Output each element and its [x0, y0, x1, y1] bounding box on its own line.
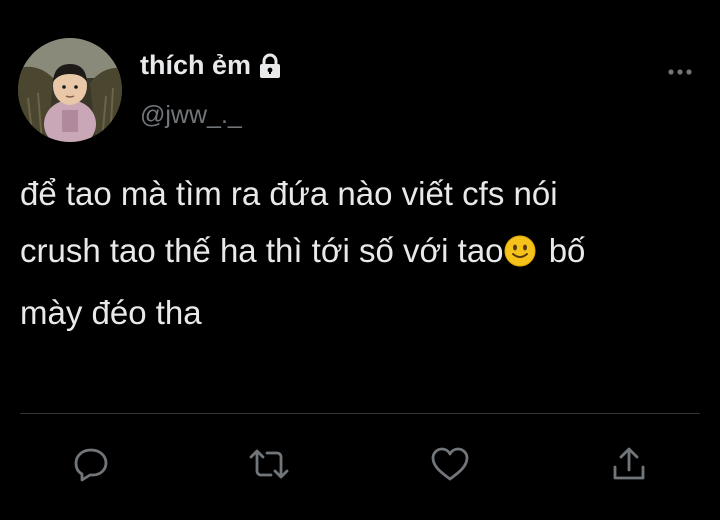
- more-options-button[interactable]: [660, 58, 700, 86]
- tweet: thích ẻm @jww_._ để tao mà tìm ra đứa nà…: [0, 0, 720, 520]
- share-icon: [613, 447, 645, 480]
- reply-icon: [74, 448, 108, 482]
- more-dots-icon: [668, 69, 692, 75]
- author-display-name-row[interactable]: thích ẻm: [140, 50, 282, 81]
- tweet-text-line-2: crush tao thế ha thì tới số với tao bố: [20, 222, 700, 284]
- author-handle[interactable]: @jww_._: [140, 101, 242, 130]
- author-display-name[interactable]: thích ẻm: [140, 50, 251, 81]
- reply-button[interactable]: [69, 444, 113, 484]
- retweet-button[interactable]: [247, 444, 291, 484]
- tweet-text-line-2-end: bố: [548, 232, 586, 269]
- like-button[interactable]: [428, 444, 472, 484]
- slightly-smiling-face-icon: [504, 227, 536, 284]
- like-icon: [431, 447, 469, 481]
- lock-icon: [258, 53, 282, 79]
- tweet-text-line-1: để tao mà tìm ra đứa nào viết cfs nói: [20, 175, 558, 212]
- retweet-icon: [249, 449, 289, 479]
- tweet-text-line-3: mày đéo tha: [20, 294, 202, 331]
- avatar[interactable]: [18, 38, 122, 142]
- tweet-text-line-2-start: crush tao thế ha thì tới số với tao: [20, 232, 504, 269]
- share-button[interactable]: [607, 444, 651, 484]
- tweet-text: để tao mà tìm ra đứa nào viết cfs nói cr…: [20, 165, 700, 341]
- divider: [20, 413, 700, 414]
